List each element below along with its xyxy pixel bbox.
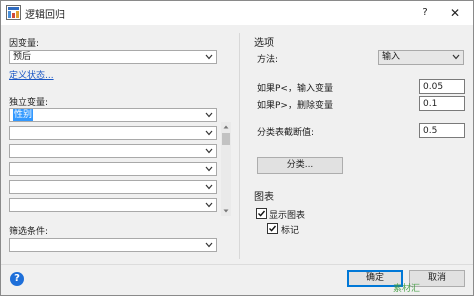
scrollbar-thumb[interactable] (222, 133, 230, 145)
independent-variable-select-1[interactable]: 性别 (9, 108, 217, 122)
independent-variable-select-4[interactable] (9, 162, 217, 176)
filter-condition-select[interactable] (9, 238, 217, 252)
chevron-down-icon (205, 54, 213, 60)
cutoff-value: 0.5 (423, 126, 438, 136)
p-enter-input[interactable]: 0.05 (419, 79, 465, 94)
cutoff-label: 分类表截断值: (257, 128, 315, 138)
watermark-text: 素材汇 (393, 284, 421, 294)
help-title-button[interactable]: ? (415, 5, 435, 21)
independent-variable-select-6[interactable] (9, 198, 217, 212)
markers-label: 标记 (281, 226, 300, 236)
dependent-variable-value: 预后 (13, 52, 32, 62)
p-remove-label: 如果P>，删除变量 (257, 101, 333, 111)
markers-checkbox[interactable] (267, 223, 278, 234)
options-section-title: 选项 (254, 38, 274, 49)
show-chart-label: 显示图表 (269, 211, 306, 221)
chevron-down-icon (205, 242, 213, 248)
define-state-link[interactable]: 定义状态... (9, 68, 54, 81)
chevron-down-icon (205, 148, 213, 154)
column-divider (239, 33, 240, 259)
p-enter-label: 如果P<，输入变量 (257, 84, 333, 94)
scroll-down-arrow-icon[interactable] (221, 206, 231, 216)
app-icon (6, 5, 21, 20)
checkmark-icon (258, 210, 266, 217)
footer-divider (1, 264, 473, 265)
dependent-variable-select[interactable]: 预后 (9, 50, 217, 64)
method-value: 输入 (382, 52, 401, 62)
chevron-down-icon (205, 112, 213, 118)
independent-variable-select-5[interactable] (9, 180, 217, 194)
logistic-regression-dialog: 逻辑回归 ? ✕ 因变量: 预后 定义状态... 独立变量: 性别 筛选条件: (0, 0, 474, 296)
dependent-variable-label: 因变量: (9, 39, 40, 49)
method-select[interactable]: 输入 (378, 50, 464, 65)
independent-variables-label: 独立变量: (9, 98, 49, 108)
chevron-down-icon (205, 184, 213, 190)
close-button[interactable]: ✕ (445, 5, 465, 21)
p-remove-value: 0.1 (423, 99, 438, 109)
checkmark-icon (269, 225, 277, 232)
chart-section-title: 图表 (254, 192, 274, 203)
help-icon[interactable]: ? (10, 272, 24, 286)
window-title: 逻辑回归 (25, 10, 65, 21)
chevron-down-icon (205, 202, 213, 208)
scroll-up-arrow-icon[interactable] (221, 122, 231, 132)
independent-variable-select-2[interactable] (9, 126, 217, 140)
title-bar: 逻辑回归 ? ✕ (1, 1, 473, 25)
chevron-down-icon (205, 130, 213, 136)
filter-condition-label: 筛选条件: (9, 227, 49, 237)
cutoff-input[interactable]: 0.5 (419, 123, 465, 138)
independent-variable-value-1: 性别 (13, 109, 34, 121)
chevron-down-icon (452, 54, 460, 60)
chevron-down-icon (205, 166, 213, 172)
p-enter-value: 0.05 (423, 82, 444, 92)
independent-variable-select-3[interactable] (9, 144, 217, 158)
independent-variables-scrollbar[interactable] (221, 122, 231, 216)
p-remove-input[interactable]: 0.1 (419, 96, 465, 111)
show-chart-checkbox[interactable] (256, 208, 267, 219)
method-label: 方法: (257, 55, 279, 65)
classify-button[interactable]: 分类... (257, 157, 343, 174)
